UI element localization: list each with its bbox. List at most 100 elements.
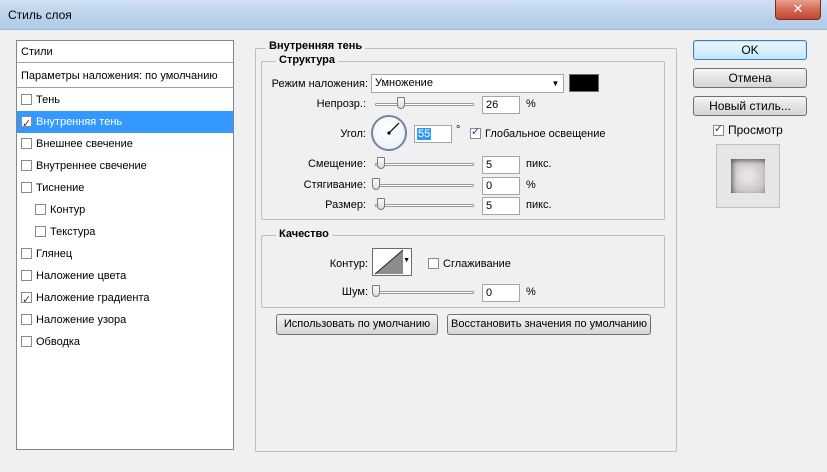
style-item-checkbox[interactable] <box>21 113 32 135</box>
preview-label: Просмотр <box>728 123 783 137</box>
noise-slider-thumb[interactable] <box>372 285 380 297</box>
style-item-label: Внутреннее свечение <box>36 160 147 172</box>
distance-input[interactable]: 5 <box>482 156 520 174</box>
style-item-checkbox[interactable] <box>21 160 32 171</box>
angle-unit: ° <box>456 124 461 136</box>
global-light-label: Глобальное освещение <box>485 128 606 140</box>
style-item-label: Наложение узора <box>36 314 127 326</box>
style-item[interactable]: Внутренняя тень <box>17 111 233 135</box>
noise-slider-track[interactable] <box>375 291 474 294</box>
choke-input[interactable]: 0 <box>482 177 520 195</box>
style-preview <box>716 144 780 208</box>
distance-slider-thumb[interactable] <box>377 157 385 169</box>
close-button[interactable]: ✕ <box>775 0 821 20</box>
style-item-checkbox[interactable] <box>21 289 32 311</box>
preview-checkbox[interactable] <box>713 122 724 136</box>
contour-chevron-down-icon: ▼ <box>403 257 410 264</box>
noise-label: Шум: <box>341 286 368 298</box>
noise-input[interactable]: 0 <box>482 284 520 302</box>
style-item-label: Глянец <box>36 248 73 260</box>
style-item[interactable]: Наложение цвета <box>17 265 233 287</box>
style-item-label: Контур <box>50 204 86 216</box>
opacity-slider-thumb[interactable] <box>396 97 405 109</box>
new-style-button[interactable]: Новый стиль... <box>693 96 807 116</box>
opacity-unit: % <box>526 98 536 110</box>
style-item-label: Внутренняя тень <box>36 116 123 128</box>
style-item[interactable]: Наложение узора <box>17 309 233 331</box>
ok-button[interactable]: OK <box>693 40 807 60</box>
style-item[interactable]: Обводка <box>17 331 233 353</box>
style-item[interactable]: Глянец <box>17 243 233 265</box>
style-item-label: Тиснение <box>36 182 85 194</box>
style-item-checkbox[interactable] <box>21 270 32 281</box>
reset-default-button[interactable]: Восстановить значения по умолчанию <box>447 314 651 335</box>
style-item-checkbox[interactable] <box>21 182 32 193</box>
size-input[interactable]: 5 <box>482 197 520 215</box>
window-title: Стиль слоя <box>8 8 72 22</box>
blend-color-swatch[interactable] <box>569 74 599 92</box>
title-bar: Стиль слоя ✕ <box>0 0 827 30</box>
angle-dial-needle-icon <box>387 122 400 135</box>
size-label: Размер: <box>325 199 366 211</box>
chevron-down-icon: ▼ <box>551 79 560 88</box>
style-item-checkbox[interactable] <box>21 336 32 347</box>
choke-label: Стягивание: <box>303 179 366 191</box>
style-item-checkbox[interactable] <box>21 94 32 105</box>
global-light-checkbox[interactable] <box>470 125 481 139</box>
style-item-label: Внешнее свечение <box>36 138 133 150</box>
cancel-button[interactable]: Отмена <box>693 68 807 88</box>
contour-curve-icon <box>374 249 404 275</box>
angle-input[interactable]: 55 <box>414 125 452 143</box>
preview-toggle[interactable]: Просмотр <box>713 122 783 137</box>
opacity-slider-track[interactable] <box>375 103 474 106</box>
style-item[interactable]: Текстура <box>17 221 233 243</box>
style-item-checkbox[interactable] <box>21 138 32 149</box>
angle-label: Угол: <box>340 128 366 140</box>
noise-unit: % <box>526 286 536 298</box>
angle-dial[interactable] <box>371 115 407 151</box>
style-item[interactable]: Наложение градиента <box>17 287 233 311</box>
close-icon: ✕ <box>792 1 804 16</box>
contour-label: Контур: <box>329 258 368 270</box>
structure-title: Структура <box>276 54 338 66</box>
size-slider-thumb[interactable] <box>377 198 385 210</box>
style-item-checkbox[interactable] <box>21 314 32 325</box>
antialias-label: Сглаживание <box>443 258 511 270</box>
choke-slider-track[interactable] <box>375 184 474 187</box>
style-item-label: Наложение цвета <box>36 270 127 282</box>
styles-list: Стили Параметры наложения: по умолчанию … <box>16 40 234 450</box>
style-item[interactable]: Тиснение <box>17 177 233 199</box>
style-item-checkbox[interactable] <box>35 226 46 237</box>
style-item[interactable]: Внешнее свечение <box>17 133 233 155</box>
blending-options-default[interactable]: Параметры наложения: по умолчанию <box>17 64 233 88</box>
style-preview-swatch <box>731 159 765 193</box>
styles-header[interactable]: Стили <box>17 41 233 63</box>
style-item-checkbox[interactable] <box>35 204 46 215</box>
style-item-label: Текстура <box>50 226 96 238</box>
contour-picker[interactable]: ▼ <box>372 248 412 276</box>
blend-mode-value: Умножение <box>375 77 433 89</box>
distance-label: Смещение: <box>307 158 366 170</box>
distance-slider-track[interactable] <box>375 163 474 166</box>
antialias-checkbox[interactable] <box>428 258 439 269</box>
size-slider-track[interactable] <box>375 204 474 207</box>
style-item-label: Тень <box>36 94 61 106</box>
opacity-input[interactable]: 26 <box>482 96 520 114</box>
antialias-toggle[interactable]: Сглаживание <box>428 258 511 270</box>
global-light-toggle[interactable]: Глобальное освещение <box>470 125 606 140</box>
style-item-label: Наложение градиента <box>36 292 150 304</box>
style-item-checkbox[interactable] <box>21 248 32 259</box>
style-item[interactable]: Тень <box>17 89 233 111</box>
blend-mode-select[interactable]: Умножение ▼ <box>371 74 564 93</box>
blend-mode-label: Режим наложения: <box>271 78 368 90</box>
size-unit: пикс. <box>526 199 552 211</box>
distance-unit: пикс. <box>526 158 552 170</box>
choke-unit: % <box>526 179 536 191</box>
choke-slider-thumb[interactable] <box>372 178 380 190</box>
style-item[interactable]: Внутреннее свечение <box>17 155 233 177</box>
make-default-button[interactable]: Использовать по умолчанию <box>276 314 438 335</box>
style-item[interactable]: Контур <box>17 199 233 221</box>
opacity-label: Непрозр.: <box>316 98 366 110</box>
quality-title: Качество <box>276 228 332 240</box>
inner-shadow-title: Внутренняя тень <box>266 40 366 52</box>
